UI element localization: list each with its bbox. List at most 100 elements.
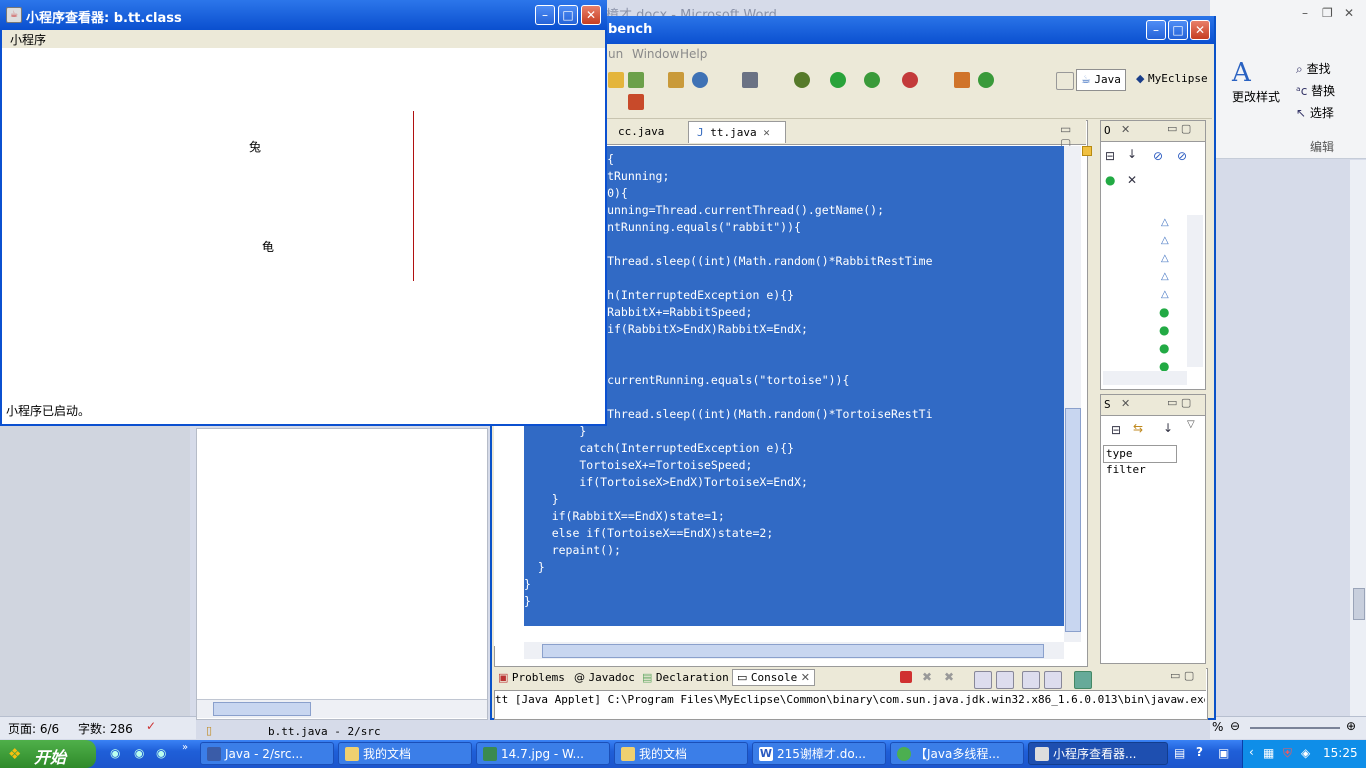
new-project-icon[interactable]	[668, 72, 684, 88]
sort-icon[interactable]: ↓	[1163, 421, 1173, 435]
language-bar-icon[interactable]: ▣	[1218, 746, 1229, 760]
menu-run[interactable]: un	[608, 47, 623, 61]
field-icon[interactable]: △	[1161, 235, 1169, 246]
outline-view[interactable]: O ✕ ▭ ▢ ● ✕ ⊟ ↓ ⊘ ⊘ △ △ △ △ △ ● ● ● ●	[1100, 120, 1206, 390]
web-icon[interactable]	[692, 72, 708, 88]
tab-cc-java[interactable]: cc.java	[610, 121, 673, 143]
change-styles-button[interactable]: A 更改样式	[1232, 58, 1292, 105]
scroll-thumb[interactable]	[1353, 588, 1365, 620]
task-my-documents[interactable]: 我的文档	[338, 742, 472, 765]
page-indicator[interactable]: 页面: 6/6	[8, 720, 59, 737]
show-hidden-icons[interactable]: ‹	[1249, 745, 1254, 759]
restore-icon[interactable]: ❐	[1322, 6, 1333, 20]
maximize-button[interactable]: □	[1168, 20, 1188, 40]
filter-icon[interactable]: ✕	[1127, 173, 1137, 187]
method-icon[interactable]: ●	[1159, 323, 1169, 337]
word-page[interactable]	[196, 428, 488, 720]
maximize-button[interactable]: □	[558, 5, 578, 25]
debug-icon[interactable]	[794, 72, 810, 88]
remove-launch-icon[interactable]: ✖	[922, 670, 932, 684]
task-eclipse[interactable]: Java - 2/src...	[200, 742, 334, 765]
open-console-icon[interactable]	[1074, 671, 1092, 689]
hide-static-icon[interactable]: ⊘	[1177, 149, 1187, 163]
minimize-view-icon[interactable]: ▭ ▢	[1170, 669, 1194, 682]
editor-horizontal-scrollbar[interactable]	[524, 642, 1064, 659]
open-type-icon[interactable]	[608, 72, 624, 88]
zoom-out-icon[interactable]: ⊖	[1230, 719, 1240, 733]
minimize-icon[interactable]: –	[1302, 6, 1308, 20]
browser-icon[interactable]: ◉	[134, 746, 144, 760]
outline-tab[interactable]: O	[1104, 124, 1111, 137]
outline-scrollbar[interactable]	[1187, 215, 1203, 367]
zoom-in-icon[interactable]: ⊕	[1346, 719, 1356, 733]
minimize-button[interactable]: –	[535, 5, 555, 25]
select-button[interactable]: ↖ 选择	[1296, 104, 1334, 121]
zoom-slider[interactable]	[1250, 727, 1340, 729]
word-count[interactable]: 字数: 286	[78, 720, 133, 737]
field-icon[interactable]: △	[1161, 217, 1169, 228]
method-icon[interactable]: ●	[1159, 305, 1169, 319]
run-last-icon[interactable]	[864, 72, 880, 88]
network-icon[interactable]: ▦	[1263, 746, 1274, 760]
perspective-myeclipse[interactable]: ◆ MyEclipse	[1136, 69, 1208, 89]
hierarchy-view[interactable]: S ✕ ▭ ▢ ⊟ ⇆ ↓ ▽ type filter	[1100, 394, 1206, 664]
task-image[interactable]: 14.7.jpg - W...	[476, 742, 610, 765]
hide-non-public-icon[interactable]: ⊘	[1153, 149, 1163, 163]
tab-tt-java[interactable]: J tt.java ✕	[688, 121, 786, 143]
volume-icon[interactable]: ◈	[1301, 746, 1310, 760]
close-tab-icon[interactable]: ✕	[763, 126, 770, 139]
tab-javadoc[interactable]: @ Javadoc	[574, 671, 635, 684]
display-console-icon[interactable]	[1044, 671, 1062, 689]
link-editor-icon[interactable]: ⇆	[1133, 421, 1143, 435]
editor-vertical-scrollbar[interactable]	[1064, 146, 1081, 642]
tab-problems[interactable]: ▣ Problems	[498, 671, 565, 684]
minimize-view-icon[interactable]: ▭ ▢	[1167, 396, 1191, 409]
proofing-icon[interactable]: ✓	[146, 719, 156, 733]
stop-server-icon[interactable]	[902, 72, 918, 88]
close-button[interactable]: ✕	[1190, 20, 1210, 40]
scroll-thumb[interactable]	[213, 702, 311, 716]
close-button[interactable]: ✕	[581, 5, 601, 25]
task-applet-viewer[interactable]: 小程序查看器...	[1028, 742, 1168, 765]
close-icon[interactable]: ✕	[1344, 6, 1354, 20]
help-icon[interactable]: ?	[1196, 745, 1203, 759]
replace-button[interactable]: ᵃc 替换	[1296, 82, 1335, 99]
task-word[interactable]: W 215谢樟才.do...	[752, 742, 886, 765]
open-perspective-icon[interactable]	[1056, 72, 1074, 90]
clock[interactable]: 15:25	[1323, 746, 1358, 760]
overview-marker[interactable]	[1082, 146, 1092, 156]
outline-hscrollbar[interactable]	[1103, 371, 1187, 385]
view-menu-icon[interactable]: ▽	[1187, 419, 1195, 430]
remove-all-icon[interactable]: ✖	[944, 670, 954, 684]
minimize-button[interactable]: –	[1146, 20, 1166, 40]
scroll-thumb[interactable]	[1065, 408, 1081, 632]
menu-applet[interactable]: 小程序	[10, 31, 46, 48]
scroll-lock-icon[interactable]	[996, 671, 1014, 689]
filter-input[interactable]: type filter	[1103, 445, 1177, 476]
new-icon[interactable]	[628, 72, 644, 88]
hide-fields-icon[interactable]: ●	[1105, 173, 1115, 187]
tab-console[interactable]: ▭ Console ✕	[732, 669, 815, 686]
menu-window[interactable]: Window	[632, 47, 679, 61]
field-icon[interactable]: △	[1161, 289, 1169, 300]
pin-console-icon[interactable]	[1022, 671, 1040, 689]
scroll-thumb[interactable]	[542, 644, 1044, 658]
refresh-icon[interactable]	[978, 72, 994, 88]
camera-icon[interactable]	[742, 72, 758, 88]
run-icon[interactable]	[830, 72, 846, 88]
minimize-view-icon[interactable]: ▭ ▢	[1167, 122, 1191, 135]
close-tab-icon[interactable]: ✕	[1121, 397, 1130, 410]
security-icon[interactable]: ⛨	[1283, 746, 1292, 761]
method-icon[interactable]: ●	[1159, 341, 1169, 355]
start-button[interactable]: ❖ 开始	[0, 740, 96, 768]
expand-quicklaunch-icon[interactable]: »	[182, 742, 188, 753]
hierarchy-tab[interactable]: S	[1104, 398, 1111, 411]
grid-icon[interactable]	[954, 72, 970, 88]
sort-icon[interactable]: ↓	[1127, 147, 1137, 161]
collapse-all-icon[interactable]: ⊟	[1105, 149, 1115, 163]
keyboard-icon[interactable]: ▤	[1174, 746, 1185, 760]
field-icon[interactable]: △	[1161, 271, 1169, 282]
word-vertical-scrollbar[interactable]	[1350, 160, 1366, 716]
show-desktop-icon[interactable]: ◉	[110, 746, 120, 760]
clear-console-icon[interactable]	[974, 671, 992, 689]
